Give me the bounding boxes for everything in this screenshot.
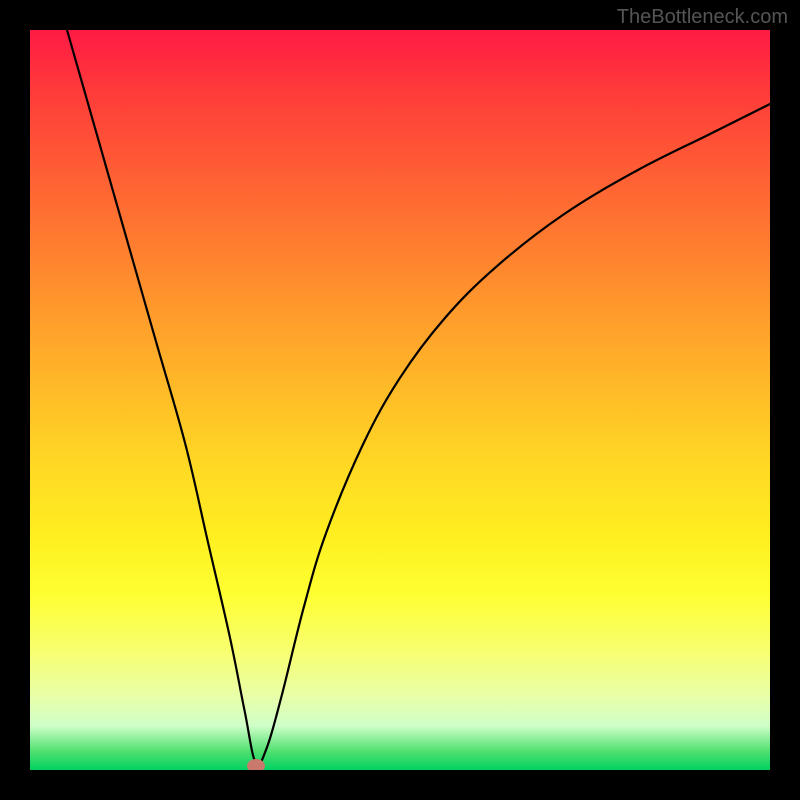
watermark-text: TheBottleneck.com — [617, 6, 788, 29]
minimum-marker — [247, 759, 265, 770]
chart-plot-area — [30, 30, 770, 770]
bottleneck-curve — [30, 30, 770, 770]
curve-path — [67, 30, 770, 765]
